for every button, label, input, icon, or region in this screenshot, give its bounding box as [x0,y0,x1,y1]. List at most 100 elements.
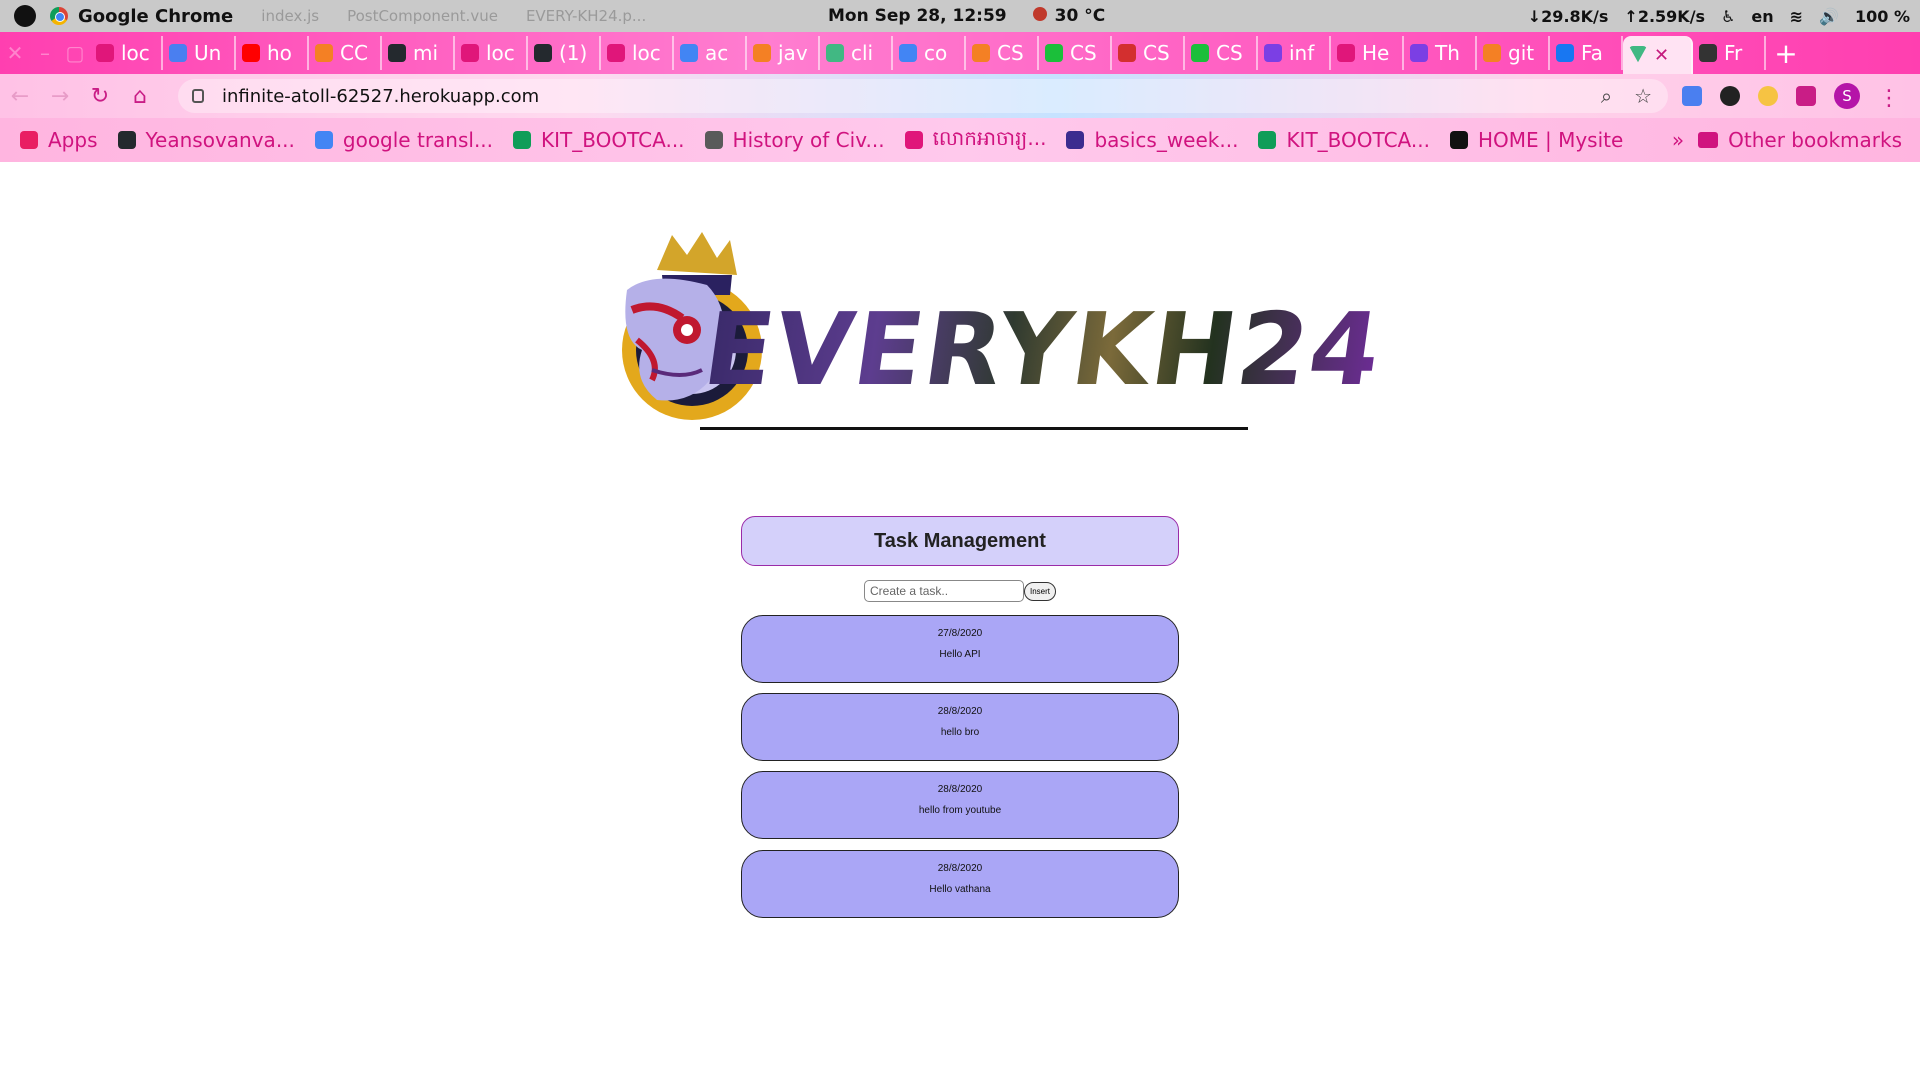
tab-7[interactable]: loc [601,36,674,70]
task-card[interactable]: 28/8/2020 hello from youtube [741,771,1179,839]
tab-17[interactable]: He [1331,36,1404,70]
tab-11[interactable]: co [893,36,966,70]
tab-favicon [534,44,552,62]
tab-19[interactable]: git [1477,36,1550,70]
bookmark-item[interactable]: History of Civ... [704,128,885,152]
close-tab-icon[interactable]: ✕ [1654,45,1669,66]
task-card[interactable]: 27/8/2020 Hello API [741,615,1179,683]
tab-14[interactable]: CS [1112,36,1185,70]
bookmarks-overflow-icon[interactable]: » [1672,128,1684,152]
bookmark-item[interactable]: google transl... [314,128,493,152]
wifi-icon[interactable]: ≋ [1790,7,1803,26]
tab-last[interactable]: Fr [1693,36,1766,70]
home-button[interactable]: ⌂ [120,84,160,109]
tab-label: CS [1070,41,1097,65]
bookmark-favicon [20,131,38,149]
tab-20[interactable]: Fa [1550,36,1623,70]
bookmark-favicon [513,131,532,149]
app-menu[interactable]: Google Chrome [50,6,233,27]
profile-avatar[interactable]: S [1834,83,1860,109]
tab-1[interactable]: Un [163,36,236,70]
bookmark-item[interactable]: Apps [20,128,98,152]
task-text: Hello API [939,649,981,660]
tab-favicon [1264,44,1282,62]
folder-icon [1698,132,1719,148]
bookmark-favicon [904,131,923,149]
tab-15[interactable]: CS [1185,36,1258,70]
language-indicator[interactable]: en [1751,7,1773,26]
tab-4[interactable]: mi [382,36,455,70]
url-text[interactable]: infinite-atoll-62527.herokuapp.com [222,86,539,107]
tab-label: jav [778,41,808,65]
tab-18[interactable]: Th [1404,36,1477,70]
bookmark-favicon [1066,131,1085,149]
extension-icon[interactable] [1758,86,1778,106]
puzzle-extensions-icon[interactable] [1796,86,1816,106]
new-tab-button[interactable]: + [1766,37,1806,70]
tab-label: ac [705,41,729,65]
tab-3[interactable]: CC [309,36,382,70]
tab-label: loc [632,41,661,65]
close-window-icon[interactable]: ✕ [0,38,30,68]
tab-label: co [924,41,948,65]
weather[interactable]: 30 °C [1032,6,1105,26]
tab-favicon [899,44,917,62]
lock-icon[interactable] [192,89,204,103]
bookmark-item[interactable]: លោកអាចារ្យ... [904,125,1046,155]
minimize-window-icon[interactable]: – [30,38,60,68]
other-bookmarks[interactable]: Other bookmarks [1698,128,1902,152]
reload-button[interactable]: ↻ [80,84,120,109]
tab-label: Th [1435,41,1460,65]
tab-5[interactable]: loc [455,36,528,70]
volume-icon[interactable]: 🔊 [1819,7,1839,26]
bookmark-item[interactable]: KIT_BOOTCA... [513,128,685,152]
tab-label: He [1362,41,1390,65]
bookmark-star-icon[interactable]: ☆ [1634,84,1652,108]
tab-favicon [242,44,260,62]
task-date: 28/8/2020 [937,784,983,795]
tab-12[interactable]: CS [966,36,1039,70]
vue-devtools-icon[interactable] [1720,86,1740,106]
insert-button[interactable]: Insert [1024,582,1056,601]
accessibility-icon[interactable]: ♿ [1721,7,1735,26]
tab-favicon [826,44,844,62]
bookmark-label: Apps [48,128,98,152]
bookmark-item[interactable]: basics_week... [1066,128,1238,152]
menu-icon[interactable]: ⋮ [1878,86,1900,111]
bookmark-item[interactable]: Yeansovanva... [117,128,295,152]
battery-indicator[interactable]: 100 % [1855,7,1910,26]
clock[interactable]: Mon Sep 28, 12:59 [828,6,1007,26]
tab-label: cli [851,41,874,65]
tab-13[interactable]: CS [1039,36,1112,70]
bookmark-item[interactable]: HOME | Mysite [1449,128,1623,152]
bookmark-favicon [704,131,723,149]
tab-6[interactable]: (1) [528,36,601,70]
tab-2[interactable]: ho [236,36,309,70]
task-card[interactable]: 28/8/2020 Hello vathana [741,850,1179,918]
maximize-window-icon[interactable]: ▢ [60,38,90,68]
os-menu-bar: Google Chrome index.js PostComponent.vue… [0,0,1920,32]
tab-favicon [1410,44,1428,62]
tab-favicon [461,44,479,62]
apple-icon[interactable] [14,5,36,27]
active-tab[interactable]: ✕ [1623,36,1693,74]
tab-favicon [607,44,625,62]
tab-8[interactable]: ac [674,36,747,70]
address-bar[interactable]: infinite-atoll-62527.herokuapp.com ⌕ ☆ [178,79,1668,113]
tab-16[interactable]: inf [1258,36,1331,70]
task-input[interactable] [864,580,1024,602]
task-text: hello bro [940,727,980,738]
tab-0[interactable]: loc [90,36,163,70]
translate-extension-icon[interactable] [1682,86,1702,106]
tab-list: loc Un ho CC mi loc (1) loc ac jav cli co CS CS CS CS in… [90,36,1623,70]
tab-10[interactable]: cli [820,36,893,70]
task-date: 27/8/2020 [937,628,983,639]
bookmark-favicon [1258,131,1277,149]
forward-button[interactable]: → [40,84,80,109]
tab-9[interactable]: jav [747,36,820,70]
back-button[interactable]: ← [0,84,40,109]
bookmark-item[interactable]: KIT_BOOTCA... [1258,128,1430,152]
task-card[interactable]: 28/8/2020 hello bro [741,693,1179,761]
zoom-icon[interactable]: ⌕ [1601,84,1612,108]
tab-favicon [1118,44,1136,62]
